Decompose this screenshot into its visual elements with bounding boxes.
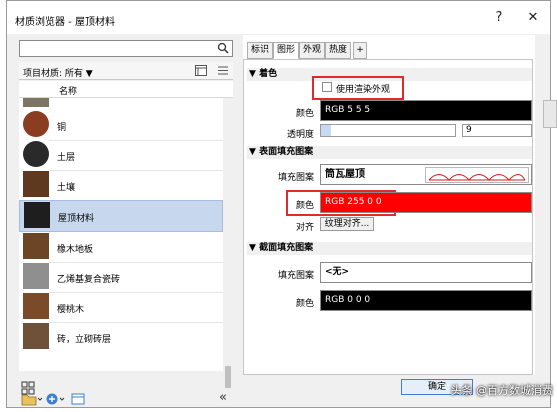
material-thumbnail [23, 171, 49, 197]
surface-pattern-label: 填充图案 [277, 173, 314, 183]
search-input[interactable] [19, 40, 233, 57]
material-thumbnail [23, 233, 49, 259]
list-view-icon[interactable] [217, 65, 229, 76]
shading-color-value: RGB 5 5 5 [325, 105, 371, 115]
tile-pattern-preview-icon [425, 167, 529, 183]
cut-pattern-label: 填充图案 [277, 271, 314, 281]
surface-color-field[interactable]: RGB 255 0 0 [320, 192, 532, 213]
cut-pattern-value: <无> [325, 267, 350, 277]
list-item-label: 土层 [57, 153, 76, 163]
ok-button-label: 确定 [427, 382, 446, 392]
close-button[interactable]: ✕ [525, 10, 541, 26]
library-filter-dropdown[interactable]: 项目材质: 所有 ▼ [23, 66, 93, 79]
list-item[interactable]: 乙烯基复合瓷砖 [19, 262, 223, 292]
surface-pattern-value: 筒瓦屋顶 [325, 169, 365, 180]
graphics-panel: ▼ 着色 使用渲染外观 颜色 RGB 5 5 5 透明度 9 ▼ 表面填充图案 … [243, 59, 533, 375]
tab-thermal[interactable]: 热度 [325, 42, 351, 59]
tab-appearance[interactable]: 外观 [299, 42, 325, 59]
list-column-header: 名称 [19, 81, 233, 98]
section-cut-title: 截面填充图案 [259, 243, 314, 253]
material-thumbnail [23, 263, 49, 289]
use-render-label: 使用渲染外观 [336, 85, 391, 95]
section-surface-header[interactable]: ▼ 表面填充图案 [247, 146, 532, 159]
list-item[interactable]: 土壤 [19, 170, 223, 200]
shading-color-field[interactable]: RGB 5 5 5 [320, 100, 532, 121]
tab-graphics[interactable]: 图形 [273, 42, 299, 59]
window-title: 材质浏览器 - 屋顶材料 [15, 17, 115, 28]
cut-color-field[interactable]: RGB 0 0 0 [320, 290, 532, 311]
surface-align-label: 对齐 [295, 223, 314, 233]
slider-fill [321, 125, 331, 136]
title-bar: 材质浏览器 - 屋顶材料 ? ✕ [7, 1, 550, 34]
list-item-label: 屋顶材料 [58, 214, 95, 224]
material-thumbnail [23, 141, 49, 167]
list-item-selected[interactable]: 屋顶材料 [19, 200, 223, 232]
material-thumbnail [23, 98, 49, 107]
help-button[interactable]: ? [491, 10, 507, 26]
texture-align-label: 纹理对齐... [324, 219, 370, 229]
watermark: 头条 @百方数城消费 [450, 384, 554, 397]
material-settings-icon[interactable] [21, 381, 35, 395]
cut-color-value: RGB 0 0 0 [325, 295, 371, 305]
library-filter-label: 项目材质: 所有 [23, 69, 83, 79]
list-item-label: 砖，立砌砖层 [57, 335, 112, 345]
list-item-label: 橡木地板 [57, 245, 94, 255]
transparency-label: 透明度 [286, 130, 314, 140]
list-item[interactable]: 土层 [19, 140, 223, 170]
section-shading-title: 着色 [259, 69, 278, 79]
library-filter-bar: 项目材质: 所有 ▼ [19, 62, 233, 80]
material-thumbnail [23, 293, 49, 319]
section-cut-header[interactable]: ▼ 截面填充图案 [247, 242, 532, 255]
properties-panel: 标识 图形 外观 热度 + ▼ 着色 使用渲染外观 颜色 RGB 5 5 5 透… [243, 35, 535, 375]
surface-pattern-field[interactable]: 筒瓦屋顶 [320, 164, 532, 185]
material-list: 铜 土层 土壤 屋顶材料 橡木地板 乙烯基复合瓷砖 樱桃木 砖，立砌砖层 [19, 98, 223, 371]
shading-color-label: 颜色 [295, 109, 314, 119]
section-surface-title: 表面填充图案 [259, 147, 314, 157]
library-toolbar: « [19, 391, 239, 407]
list-item[interactable] [19, 98, 223, 110]
panel-view-icon[interactable] [195, 65, 207, 76]
surface-color-value: RGB 255 0 0 [325, 197, 382, 207]
material-thumbnail [23, 111, 49, 137]
list-scrollbar[interactable] [223, 98, 233, 388]
list-item-label: 乙烯基复合瓷砖 [57, 275, 121, 285]
scrollbar-thumb[interactable] [225, 366, 231, 388]
transparency-input[interactable]: 9 [462, 124, 532, 137]
search-icon [217, 42, 229, 54]
surface-color-label: 颜色 [295, 201, 314, 211]
name-column-label: 名称 [59, 87, 78, 97]
material-browser-window: 材质浏览器 - 屋顶材料 ? ✕ 项目材质: 所有 ▼ 名称 铜 土层 土壤 屋… [6, 0, 551, 408]
material-thumbnail [24, 202, 50, 228]
transparency-slider[interactable] [320, 124, 456, 137]
list-item-label: 土壤 [57, 183, 76, 193]
list-item[interactable]: 橡木地板 [19, 232, 223, 262]
collapse-panel-icon[interactable]: « [219, 391, 233, 406]
list-item-label: 樱桃木 [57, 305, 85, 315]
use-render-checkbox[interactable] [322, 82, 332, 92]
list-item[interactable]: 樱桃木 [19, 292, 223, 322]
add-material-icon[interactable] [45, 392, 69, 406]
cut-pattern-field[interactable]: <无> [320, 262, 532, 283]
add-tab-button[interactable]: + [353, 42, 367, 59]
list-item[interactable]: 砖，立砌砖层 [19, 322, 223, 352]
list-item-label: 铜 [57, 123, 67, 133]
transparency-value: 9 [466, 125, 472, 135]
list-item[interactable]: 铜 [19, 110, 223, 140]
library-panel: 项目材质: 所有 ▼ 名称 铜 土层 土壤 屋顶材料 橡木地板 乙烯基复合瓷砖 … [15, 35, 239, 406]
texture-align-button[interactable]: 纹理对齐... [320, 217, 374, 231]
tab-identity[interactable]: 标识 [247, 42, 273, 59]
chevron-down-icon: ▼ [85, 69, 93, 79]
cut-color-label: 颜色 [295, 299, 314, 309]
material-editor-icon[interactable] [71, 392, 85, 406]
material-thumbnail [23, 323, 49, 349]
background-window-edge [543, 100, 557, 128]
